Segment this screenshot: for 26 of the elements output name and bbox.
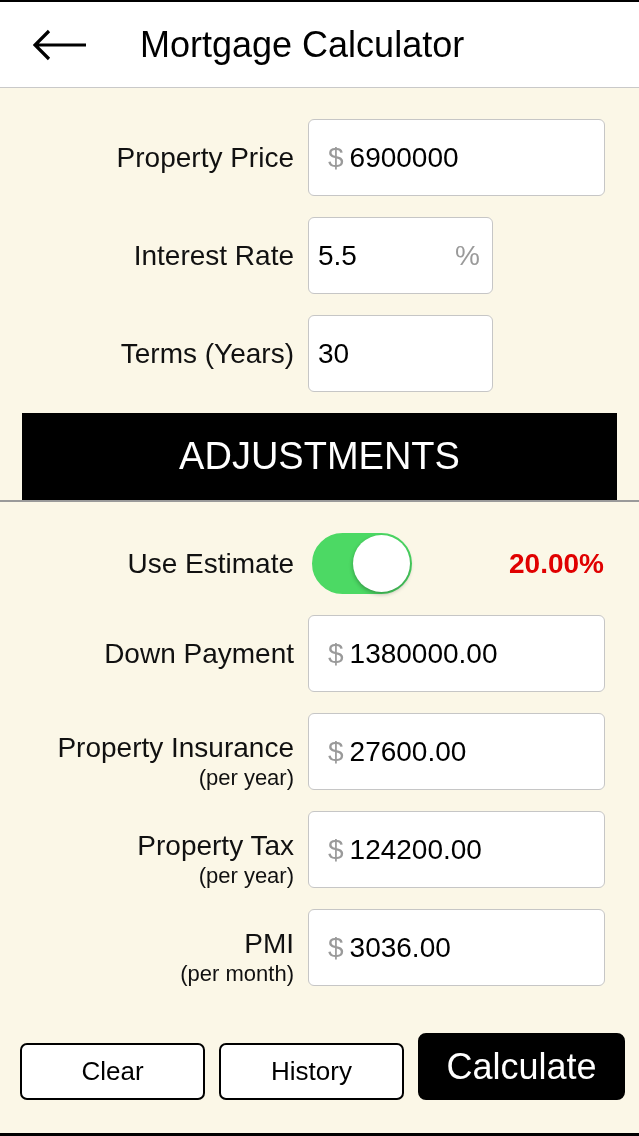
input-field[interactable]: 5.5 %: [308, 217, 493, 294]
field-label: Property Insurance: [56, 732, 294, 764]
field-sublabel: (per year): [197, 864, 294, 888]
action-button[interactable]: Clear: [20, 1043, 205, 1100]
input-field[interactable]: $ 6900000: [308, 119, 605, 196]
section-header: ADJUSTMENTS: [22, 413, 617, 500]
field-label: Down Payment: [103, 637, 294, 670]
input-field[interactable]: $ 27600.00: [308, 713, 605, 790]
input-field[interactable]: $ 3036.00: [308, 909, 605, 986]
field-label: Interest Rate: [132, 239, 294, 272]
field-sublabel: (per year): [197, 766, 294, 790]
estimate-percent: 20.00%: [509, 546, 604, 581]
field-label: PMI: [243, 928, 294, 960]
field-label: Property Tax: [136, 830, 294, 862]
field-label: Terms (Years): [119, 337, 294, 370]
field-label: Use Estimate: [126, 547, 294, 580]
toggle-switch[interactable]: [312, 533, 412, 594]
action-button[interactable]: History: [219, 1043, 404, 1100]
input-field[interactable]: $ 1380000.00: [308, 615, 605, 692]
input-field[interactable]: 30: [308, 315, 493, 392]
calculate-button[interactable]: Calculate: [418, 1033, 625, 1100]
input-field[interactable]: $ 124200.00: [308, 811, 605, 888]
field-sublabel: (per month): [179, 962, 294, 986]
field-label: Property Price: [115, 141, 294, 174]
back-arrow-icon[interactable]: [33, 28, 87, 61]
screen-title: Mortgage Calculator: [140, 23, 465, 66]
